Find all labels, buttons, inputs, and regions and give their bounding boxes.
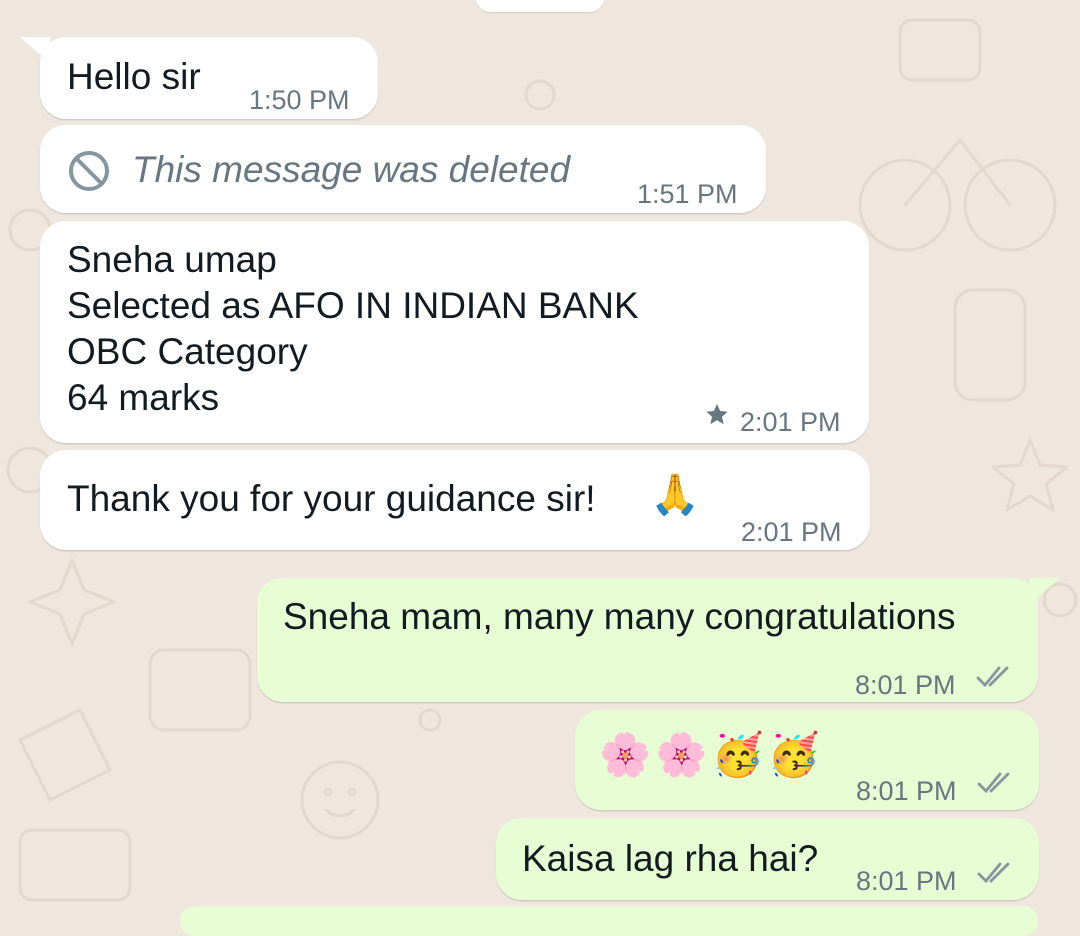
emoji-message: 🌸🌸🥳🥳 bbox=[599, 731, 825, 778]
message-time: 2:01 PM bbox=[741, 517, 842, 547]
deleted-message-bubble[interactable]: This message was deleted 1:51 PM bbox=[40, 125, 766, 213]
blocked-icon bbox=[69, 151, 109, 191]
message-line: Sneha umap bbox=[67, 239, 277, 280]
message-bubble-incoming[interactable]: Hello sir 1:50 PM bbox=[40, 37, 378, 119]
message-time: 2:01 PM bbox=[740, 407, 841, 437]
folded-hands-emoji: 🙏 bbox=[650, 473, 700, 517]
star-icon bbox=[706, 404, 728, 425]
message-time: 8:01 PM bbox=[856, 866, 957, 896]
message-bubble-outgoing[interactable]: Kaisa lag rha hai? 8:01 PM bbox=[496, 818, 1039, 900]
message-bubble-partial bbox=[180, 906, 1038, 936]
message-bubble-incoming[interactable]: Sneha umap Selected as AFO IN INDIAN BAN… bbox=[40, 221, 869, 443]
message-bubble-outgoing[interactable]: 🌸🌸🥳🥳 8:01 PM bbox=[575, 710, 1039, 810]
message-time: 1:51 PM bbox=[637, 179, 738, 209]
message-time: 8:01 PM bbox=[856, 776, 957, 806]
deleted-message-text: This message was deleted bbox=[132, 149, 571, 190]
message-bubble-outgoing[interactable]: Sneha mam, many many congratulations 8:0… bbox=[257, 578, 1038, 702]
message-bubble-incoming[interactable]: Thank you for your guidance sir! 🙏 2:01 … bbox=[40, 450, 870, 550]
message-line: Selected as AFO IN INDIAN BANK bbox=[67, 285, 639, 326]
message-text: Kaisa lag rha hai? bbox=[522, 838, 819, 879]
message-text: Thank you for your guidance sir! bbox=[67, 478, 596, 519]
double-check-icon bbox=[977, 862, 1010, 884]
double-check-icon bbox=[977, 772, 1010, 794]
message-time: 1:50 PM bbox=[249, 85, 350, 115]
double-check-icon bbox=[976, 666, 1009, 688]
message-line: 64 marks bbox=[67, 377, 220, 418]
date-chip-partial bbox=[476, 0, 604, 12]
message-time: 8:01 PM bbox=[855, 670, 956, 700]
message-text: Hello sir bbox=[67, 56, 201, 97]
message-text: Sneha mam, many many congratulations bbox=[283, 596, 956, 637]
message-line: OBC Category bbox=[67, 331, 308, 372]
